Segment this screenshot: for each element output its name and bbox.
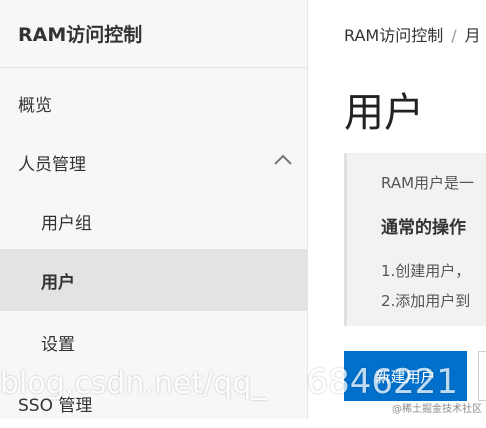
create-user-button[interactable]: 新建用户 [344,351,467,401]
sidebar-item-label: SSO 管理 [18,395,93,416]
breadcrumb: RAM访问控制 / 月 [344,22,481,46]
info-step-1: 1.创建用户， [381,262,471,280]
breadcrumb-item-ram[interactable]: RAM访问控制 [344,26,443,45]
info-box: RAM用户是一 通常的操作 1.创建用户， 2.添加用户到 [344,153,486,326]
sidebar-item-settings[interactable]: 设置 [0,313,307,371]
chevron-up-icon[interactable] [273,154,293,166]
sidebar-item-users[interactable]: 用户 [0,249,307,311]
info-heading: 通常的操作 [381,218,466,238]
sidebar-item-sso-management[interactable]: SSO 管理 [0,378,307,428]
breadcrumb-separator: / [451,26,457,45]
sidebar-title: RAM访问控制 [0,0,307,68]
main-content: RAM访问控制 / 月 用户 RAM用户是一 通常的操作 1.创建用户， 2.添加用… [308,0,486,419]
sidebar-item-people-management[interactable]: 人员管理 [0,133,307,191]
sidebar-item-label: 用户组 [41,213,92,234]
sidebar-item-label: 人员管理 [18,154,86,175]
sidebar-item-label: 用户 [41,272,75,293]
breadcrumb-item-current: 月 [464,26,481,45]
info-intro: RAM用户是一 [381,174,475,192]
secondary-button[interactable] [478,351,486,401]
sidebar: RAM访问控制 概览 人员管理 用户组 用户 设置 SSO 管理 [0,0,308,419]
sidebar-item-user-groups[interactable]: 用户组 [0,193,307,249]
info-step-2: 2.添加用户到 [381,292,471,310]
page-title: 用户 [344,90,424,136]
sidebar-item-label: 概览 [18,95,52,116]
sidebar-item-label: 设置 [41,334,75,355]
sidebar-item-overview[interactable]: 概览 [0,76,307,130]
